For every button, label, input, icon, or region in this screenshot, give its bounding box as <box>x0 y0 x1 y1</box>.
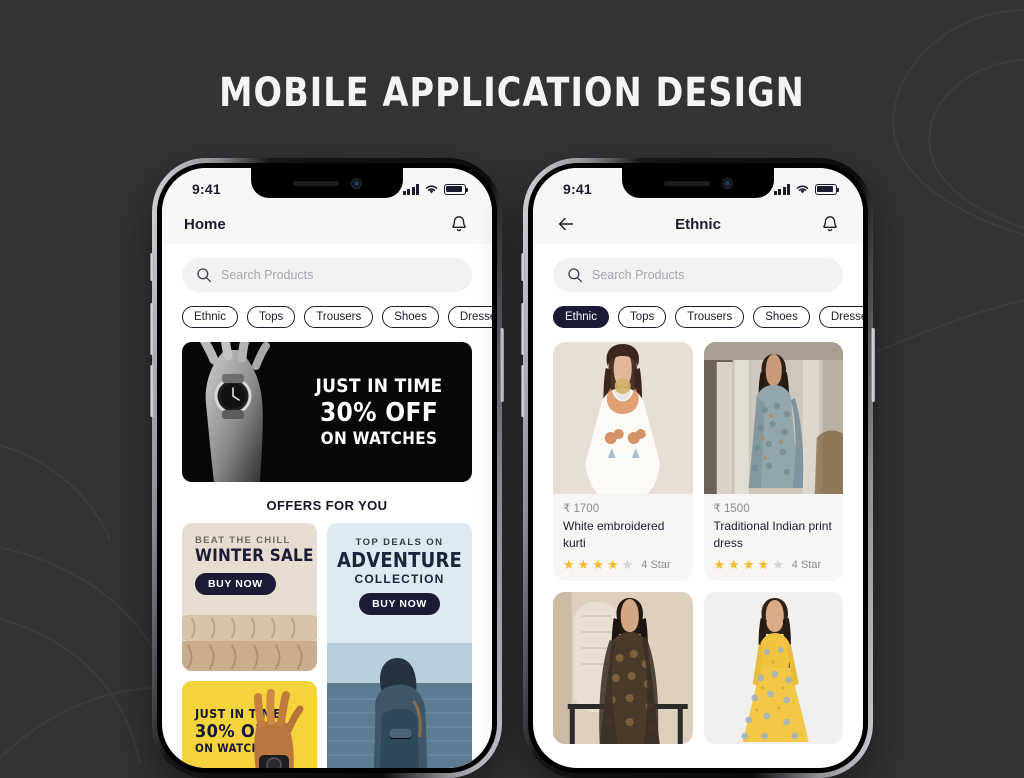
product-rating-1: ★ ★ ★ ★ ★ 4 Star <box>563 558 683 571</box>
product-image-brown-ethnic-dress <box>553 592 693 745</box>
offers-heading: OFFERS FOR YOU <box>266 498 388 513</box>
adventure-subtitle: COLLECTION <box>354 572 445 586</box>
star-icon: ★ <box>592 557 604 573</box>
status-time: 9:41 <box>192 181 221 197</box>
product-price-1: ₹ 1700 <box>563 503 600 515</box>
search-input[interactable]: Search Products <box>182 258 472 292</box>
signal-bars-icon-2 <box>773 183 790 195</box>
product-image-yellow-floral-dress <box>703 592 843 745</box>
search-placeholder-2: Search Products <box>592 268 685 282</box>
page-heading: Home <box>184 215 226 233</box>
star-icon-empty: ★ <box>772 557 784 573</box>
hero-line-2: 30% OFF <box>319 397 439 428</box>
app-header-home: Home <box>162 204 492 244</box>
chip-dresses[interactable]: Dresses <box>447 306 492 328</box>
volume-down-button-2[interactable] <box>521 365 525 417</box>
mute-switch[interactable] <box>150 253 154 281</box>
phone-mockup-home: 9:41 Home Search Products Ethnic Tops Tr… <box>150 158 504 778</box>
winter-kicker: BEAT THE CHILL <box>195 535 291 546</box>
winter-buy-now-button[interactable]: BUY NOW <box>195 573 276 595</box>
product-image-white-kurti <box>553 342 693 494</box>
power-button[interactable] <box>500 328 504 402</box>
star-icon: ★ <box>713 557 726 573</box>
battery-icon <box>444 183 468 195</box>
bell-icon-2[interactable] <box>819 213 841 235</box>
notch-2 <box>622 168 774 198</box>
chip-tops[interactable]: Tops <box>246 306 296 328</box>
power-button-2[interactable] <box>871 328 875 402</box>
offers-section: BEAT THE CHILL WINTER SALE BUY NOW JUST … <box>162 523 492 768</box>
chip-trousers[interactable]: Trousers <box>304 306 374 328</box>
search-placeholder: Search Products <box>221 268 314 282</box>
hero-line-3: ON WATCHES <box>320 428 438 449</box>
offer-card-watches[interactable]: JUST IN TIME 30% OFF ON WATCHES <box>182 681 318 768</box>
star-icon: ★ <box>563 557 575 573</box>
wifi-icon <box>425 185 438 194</box>
bell-icon[interactable] <box>448 213 470 235</box>
phone-mockup-category: 9:41 Ethnic Search Products Ethnic Tops … <box>521 158 875 778</box>
earpiece-speaker-2 <box>663 180 710 186</box>
offer-card-winter-sale[interactable]: BEAT THE CHILL WINTER SALE BUY NOW <box>182 523 318 671</box>
volume-up-button-2[interactable] <box>521 303 525 355</box>
screen-ethnic: 9:41 Ethnic Search Products Ethnic Tops … <box>533 168 863 768</box>
chip-dresses-2[interactable]: Dresses <box>818 306 863 328</box>
front-camera-icon <box>350 177 362 189</box>
hero-banner-watches[interactable]: JUST IN TIME 30% OFF ON WATCHES <box>182 342 472 482</box>
chip-ethnic[interactable]: Ethnic <box>182 306 238 328</box>
wifi-icon-2 <box>796 185 809 194</box>
adventure-buy-now-button[interactable]: BUY NOW <box>359 593 440 615</box>
mute-switch-2[interactable] <box>521 253 525 281</box>
category-chips-ethnic[interactable]: Ethnic Tops Trousers Shoes Dresses <box>533 292 863 328</box>
chip-shoes[interactable]: Shoes <box>382 306 439 328</box>
chip-tops-2[interactable]: Tops <box>617 306 667 328</box>
offer-card-adventure[interactable]: TOP DEALS ON ADVENTURE COLLECTION BUY NO… <box>327 523 472 768</box>
rating-label-2: 4 Star <box>791 558 822 571</box>
chip-ethnic-2[interactable]: Ethnic <box>553 306 609 328</box>
battery-icon-2 <box>815 183 839 195</box>
screen-home: 9:41 Home Search Products Ethnic Tops Tr… <box>162 168 492 768</box>
search-section-2: Search Products <box>533 244 863 292</box>
adventure-title: ADVENTURE <box>337 548 462 572</box>
search-section: Search Products <box>162 244 492 292</box>
product-image-print-dress <box>703 342 843 494</box>
volume-up-button[interactable] <box>150 303 154 355</box>
product-rating-2: ★ ★ ★ ★ ★ 4 Star <box>714 558 834 571</box>
notch <box>251 168 403 198</box>
star-icon: ★ <box>728 557 740 573</box>
watch-hand-illustration <box>254 689 304 768</box>
star-icon: ★ <box>742 557 755 573</box>
product-name-1: White embroidered kurti <box>563 519 665 551</box>
adventure-kicker: TOP DEALS ON <box>355 537 444 548</box>
winter-title: WINTER SALE <box>195 546 314 566</box>
star-icon: ★ <box>577 557 590 573</box>
search-icon <box>197 268 212 283</box>
product-name-2: Traditional Indian print dress <box>713 519 832 551</box>
star-icon: ★ <box>757 557 770 573</box>
volume-down-button[interactable] <box>150 365 154 417</box>
product-grid: ₹ 1700 White embroidered kurti ★ ★ ★ ★ ★… <box>533 328 863 745</box>
product-card-1[interactable]: ₹ 1700 White embroidered kurti ★ ★ ★ ★ ★… <box>553 342 693 582</box>
star-icon-empty: ★ <box>621 557 634 573</box>
chip-trousers-2[interactable]: Trousers <box>675 306 745 328</box>
star-icon: ★ <box>606 557 619 573</box>
hero-watch-hand-image <box>182 342 310 482</box>
product-price-2: ₹ 1500 <box>713 503 750 515</box>
earpiece-speaker <box>292 180 339 186</box>
status-time-2: 9:41 <box>563 181 592 197</box>
rating-label-1: 4 Star <box>641 558 671 571</box>
signal-bars-icon <box>402 183 419 195</box>
product-card-3[interactable] <box>553 592 693 745</box>
category-chips-home[interactable]: Ethnic Tops Trousers Shoes Dresses <box>162 292 492 328</box>
page-title: MOBILE APPLICATION DESIGN <box>219 70 805 116</box>
app-header-ethnic: Ethnic <box>533 204 863 244</box>
page-heading-2: Ethnic <box>675 215 721 233</box>
hero-line-1: JUST IN TIME <box>315 375 443 398</box>
search-input-2[interactable]: Search Products <box>553 258 843 292</box>
chip-shoes-2[interactable]: Shoes <box>753 306 810 328</box>
search-icon-2 <box>568 268 583 283</box>
product-card-4[interactable] <box>703 592 843 745</box>
front-camera-icon-2 <box>721 177 733 189</box>
product-card-2[interactable]: ₹ 1500 Traditional Indian print dress ★ … <box>703 342 843 582</box>
